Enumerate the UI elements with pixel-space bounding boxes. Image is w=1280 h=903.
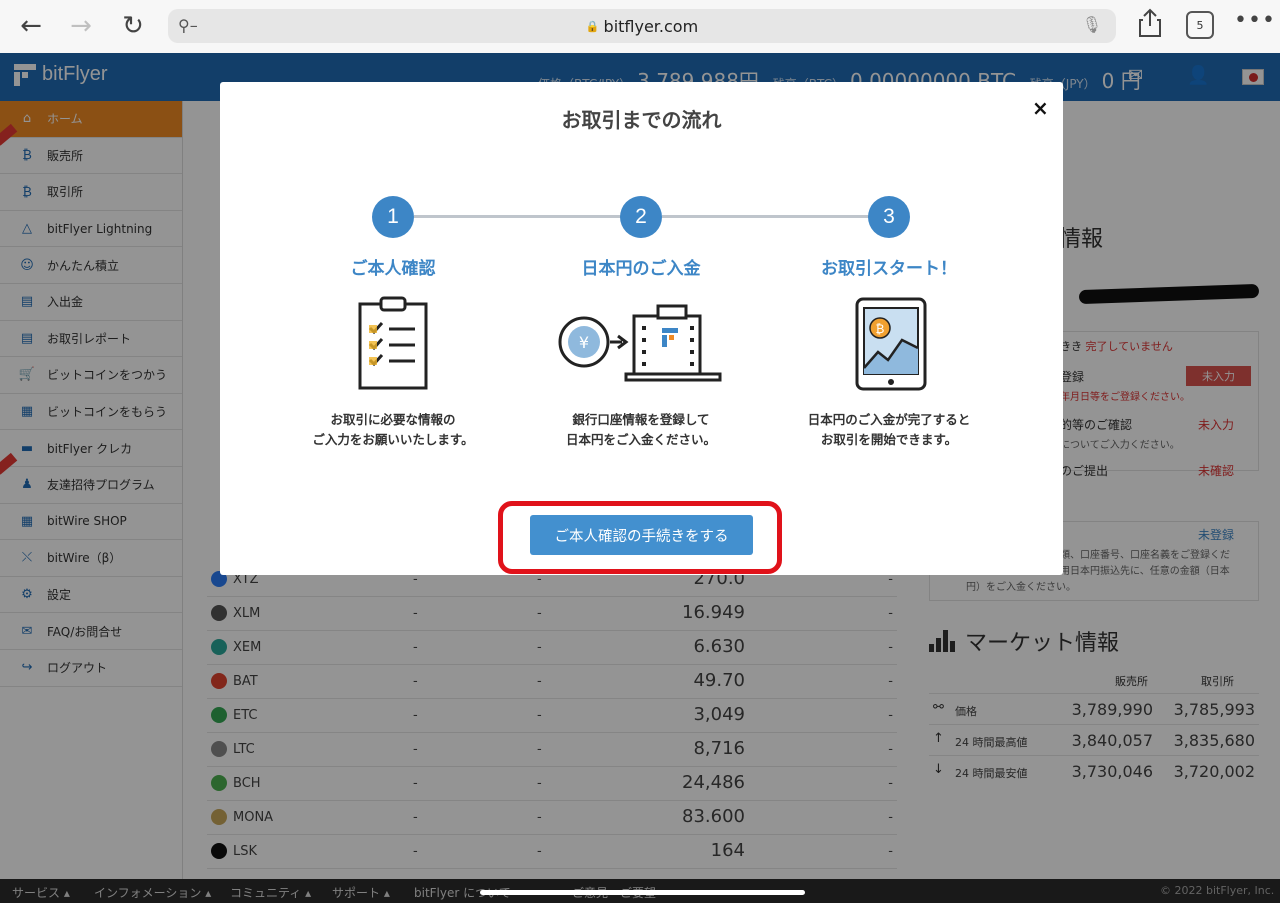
step-3-title: お取引スタート！ <box>821 259 957 279</box>
svg-text:₿: ₿ <box>876 322 885 336</box>
step-1-description: お取引に必要な情報の ご入力をお願いいたします。 <box>263 410 523 450</box>
key-icon[interactable]: ⚲– <box>178 16 198 35</box>
modal-title: お取引までの流れ <box>561 108 722 132</box>
mic-icon[interactable]: 🎙 <box>1082 15 1102 34</box>
step-2-desc-line2: 日本円をご入金ください。 <box>565 432 716 447</box>
step-1-desc-line2: ご入力をお願いいたします。 <box>312 432 474 447</box>
start-verification-button[interactable]: ご本人確認の手続きをする <box>530 515 753 555</box>
step-1-desc-line1: お取引に必要な情報の <box>330 412 456 427</box>
home-indicator[interactable] <box>480 890 805 895</box>
step-3-desc-line1: 日本円のご入金が完了すると <box>807 412 971 427</box>
svg-text:¥: ¥ <box>579 333 589 352</box>
tablet-bitcoin-chart-icon: ₿ <box>854 296 928 396</box>
step-2-desc-line1: 銀行口座情報を登録して <box>572 412 710 427</box>
browser-toolbar: ← → ↻ ⚲– 🔒 bitflyer.com 🎙 5 ••• <box>0 0 1280 53</box>
reload-icon[interactable]: ↻ <box>112 5 154 47</box>
lock-icon: 🔒 <box>585 19 600 33</box>
step-1-number: 1 <box>372 196 414 238</box>
close-icon[interactable]: × <box>1032 96 1049 120</box>
step-2-description: 銀行口座情報を登録して 日本円をご入金ください。 <box>511 410 771 450</box>
address-bar[interactable]: ⚲– 🔒 bitflyer.com 🎙 <box>168 9 1116 43</box>
step-connector-2 <box>662 215 890 218</box>
share-icon[interactable] <box>1136 8 1164 42</box>
step-3-desc-line2: お取引を開始できます。 <box>820 432 958 447</box>
step-2-title: 日本円のご入金 <box>581 259 701 279</box>
step-2-number: 2 <box>620 196 662 238</box>
more-icon[interactable]: ••• <box>1234 8 1276 33</box>
forward-icon[interactable]: → <box>60 5 102 47</box>
tabs-icon[interactable]: 5 <box>1186 11 1214 39</box>
yen-to-bank-icon: ¥ <box>558 304 724 388</box>
step-3-description: 日本円のご入金が完了すると お取引を開始できます。 <box>759 410 1019 450</box>
back-icon[interactable]: ← <box>10 5 52 47</box>
step-3-number: 3 <box>868 196 910 238</box>
clipboard-checklist-icon <box>357 296 429 394</box>
trading-flow-modal: お取引までの流れ × 1 2 3 ご本人確認 日本円のご入金 お取引スタート！ … <box>220 82 1063 575</box>
url-text: bitflyer.com <box>603 16 699 36</box>
step-1-title: ご本人確認 <box>350 259 436 279</box>
step-connector-1 <box>414 215 640 218</box>
